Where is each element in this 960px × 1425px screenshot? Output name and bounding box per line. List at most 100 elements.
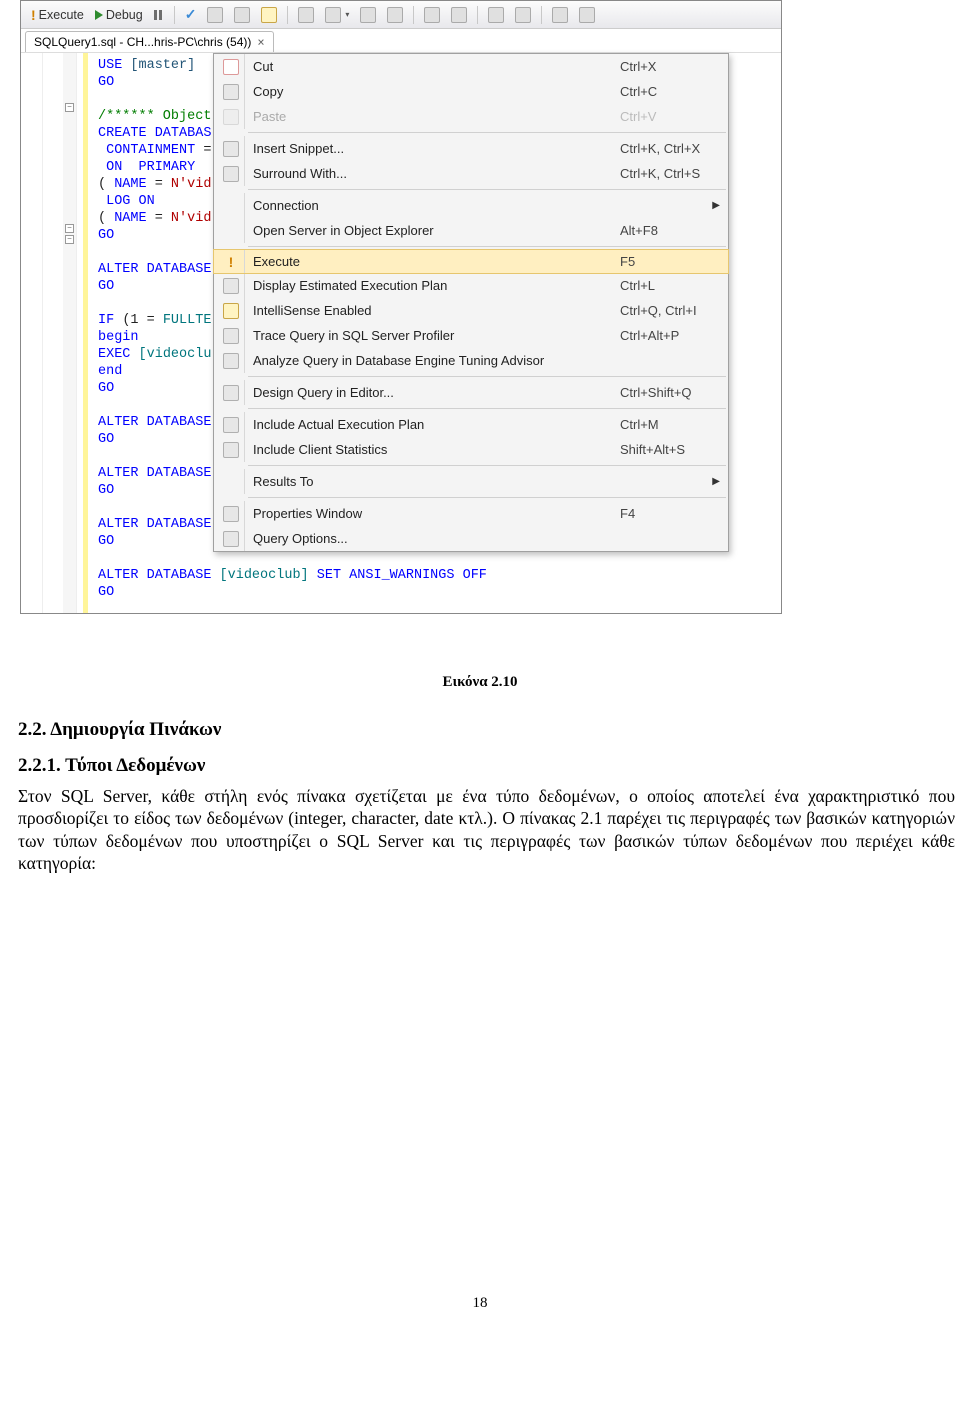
menu-properties[interactable]: Properties WindowF4	[214, 501, 728, 526]
toolbar-btn-12[interactable]	[548, 5, 572, 25]
editor-margin	[21, 53, 43, 613]
chevron-down-icon: ▾	[345, 10, 349, 19]
menu-design[interactable]: Design Query in Editor...Ctrl+Shift+Q	[214, 380, 728, 405]
page-number: 18	[0, 1295, 960, 1332]
menu-exec-plan[interactable]: Display Estimated Execution PlanCtrl+L	[214, 273, 728, 298]
menu-copy[interactable]: CopyCtrl+C	[214, 79, 728, 104]
toolbar-icon	[234, 7, 250, 23]
menu-paste: PasteCtrl+V	[214, 104, 728, 129]
trace-icon	[223, 328, 239, 344]
fold-minus-icon[interactable]: −	[65, 224, 74, 233]
menu-separator	[248, 465, 726, 466]
menu-separator	[248, 246, 726, 247]
exec-plan-icon	[223, 278, 239, 294]
copy-icon	[223, 84, 239, 100]
section-heading: 2.2. Δημιουργία Πινάκων	[0, 719, 960, 741]
toolbar-icon	[451, 7, 467, 23]
figure-caption: Εικόνα 2.10	[0, 674, 960, 691]
close-icon[interactable]: ×	[257, 35, 264, 49]
chevron-right-icon: ▶	[712, 476, 720, 487]
menu-separator	[248, 408, 726, 409]
toolbar-icon	[424, 7, 440, 23]
indent-right-icon	[515, 7, 531, 23]
include-plan-icon	[223, 417, 239, 433]
cut-icon	[223, 59, 239, 75]
toolbar-icon	[325, 7, 341, 23]
exclaim-icon: !	[229, 254, 234, 270]
paste-icon	[223, 109, 239, 125]
menu-results-to[interactable]: Results To▶	[214, 469, 728, 494]
menu-trace[interactable]: Trace Query in SQL Server ProfilerCtrl+A…	[214, 323, 728, 348]
menu-intellisense[interactable]: IntelliSense EnabledCtrl+Q, Ctrl+I	[214, 298, 728, 323]
menu-separator	[248, 497, 726, 498]
debug-button[interactable]: Debug	[91, 6, 147, 24]
toolbar-btn-8[interactable]	[420, 5, 444, 25]
separator	[174, 6, 175, 24]
indent-left-icon	[488, 7, 504, 23]
menu-open-server[interactable]: Open Server in Object ExplorerAlt+F8	[214, 218, 728, 243]
exclaim-icon: !	[31, 7, 36, 23]
figure-container: ! Execute Debug ✓ ▾	[0, 0, 960, 654]
toolbar-icon	[298, 7, 314, 23]
toolbar-btn-13[interactable]	[575, 5, 599, 25]
menu-surround-with[interactable]: Surround With...Ctrl+K, Ctrl+S	[214, 161, 728, 186]
toolbar-icon	[360, 7, 376, 23]
snippet-icon	[223, 141, 239, 157]
menu-cut[interactable]: CutCtrl+X	[214, 54, 728, 79]
separator	[287, 6, 288, 24]
toolbar-btn-4[interactable]	[294, 5, 318, 25]
toolbar: ! Execute Debug ✓ ▾	[21, 1, 781, 29]
separator	[477, 6, 478, 24]
toolbar-btn-7[interactable]	[383, 5, 407, 25]
toolbar-icon	[579, 7, 595, 23]
indent-left-button[interactable]	[484, 5, 508, 25]
toolbar-btn-2[interactable]	[230, 5, 254, 25]
chevron-right-icon: ▶	[712, 200, 720, 211]
menu-insert-snippet[interactable]: Insert Snippet...Ctrl+K, Ctrl+X	[214, 136, 728, 161]
code-editor[interactable]: − − − USE [master] GO /****** Object CRE…	[21, 53, 781, 613]
menu-execute[interactable]: ! ExecuteF5	[213, 249, 729, 274]
body-paragraph: Στον SQL Server, κάθε στήλη ενός πίνακα …	[0, 785, 960, 875]
properties-icon	[223, 506, 239, 522]
fold-minus-icon[interactable]: −	[65, 103, 74, 112]
toolbar-icon	[207, 7, 223, 23]
toolbar-btn-1[interactable]	[203, 5, 227, 25]
separator	[541, 6, 542, 24]
debug-label: Debug	[106, 8, 143, 22]
pause-icon	[154, 10, 164, 20]
menu-include-stats[interactable]: Include Client StatisticsShift+Alt+S	[214, 437, 728, 462]
toolbar-btn-5[interactable]: ▾	[321, 5, 353, 25]
menu-separator	[248, 189, 726, 190]
tab-label: SQLQuery1.sql - CH...hris-PC\chris (54))	[34, 35, 251, 49]
editor-tabbar: SQLQuery1.sql - CH...hris-PC\chris (54))…	[21, 29, 781, 53]
tab-sqlquery1[interactable]: SQLQuery1.sql - CH...hris-PC\chris (54))…	[25, 31, 274, 52]
pause-button[interactable]	[150, 8, 168, 22]
toolbar-btn-6[interactable]	[356, 5, 380, 25]
fold-minus-icon[interactable]: −	[65, 235, 74, 244]
check-button[interactable]: ✓	[181, 4, 201, 25]
menu-query-options[interactable]: Query Options...	[214, 526, 728, 551]
execute-label: Execute	[39, 8, 84, 22]
context-menu: CutCtrl+X CopyCtrl+C PasteCtrl+V Insert …	[213, 53, 729, 552]
toolbar-btn-3[interactable]	[257, 5, 281, 25]
include-stats-icon	[223, 442, 239, 458]
toolbar-icon	[387, 7, 403, 23]
menu-include-plan[interactable]: Include Actual Execution PlanCtrl+M	[214, 412, 728, 437]
check-icon: ✓	[185, 6, 197, 23]
play-icon	[95, 10, 103, 20]
separator	[413, 6, 414, 24]
design-icon	[223, 385, 239, 401]
menu-analyze[interactable]: Analyze Query in Database Engine Tuning …	[214, 348, 728, 373]
toolbar-btn-9[interactable]	[447, 5, 471, 25]
analyze-icon	[223, 353, 239, 369]
toolbar-icon	[552, 7, 568, 23]
toolbar-icon	[261, 7, 277, 23]
subsection-heading: 2.2.1. Τύποι Δεδομένων	[0, 755, 960, 777]
menu-separator	[248, 376, 726, 377]
editor-gutter: − − −	[43, 53, 83, 613]
indent-right-button[interactable]	[511, 5, 535, 25]
menu-connection[interactable]: Connection▶	[214, 193, 728, 218]
execute-button[interactable]: ! Execute	[27, 5, 88, 25]
intellisense-icon	[223, 303, 239, 319]
options-icon	[223, 531, 239, 547]
